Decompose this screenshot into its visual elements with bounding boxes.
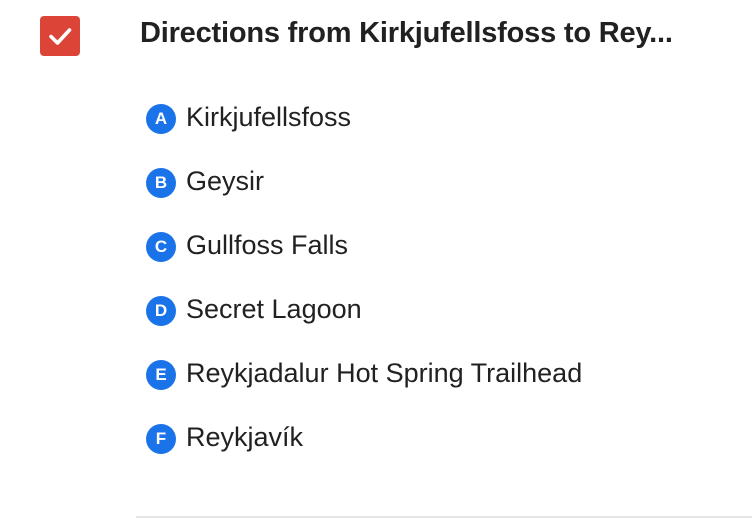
stop-label: Gullfoss Falls [186,230,349,260]
marker-letter: C [154,237,168,256]
marker-letter: A [154,109,168,128]
stop-label: Secret Lagoon [186,294,362,324]
directions-layer-header: Directions from Kirkjufellsfoss to Rey..… [0,0,752,72]
section-divider [136,516,752,518]
marker-e-icon: E [146,360,176,390]
marker-a-icon: A [146,104,176,134]
stop-item-c[interactable]: C Gullfoss Falls [0,214,752,278]
marker-d-icon: D [146,296,176,326]
marker-letter: B [154,173,168,192]
layer-title[interactable]: Directions from Kirkjufellsfoss to Rey..… [140,17,673,50]
stop-item-e[interactable]: E Reykjadalur Hot Spring Trailhead [0,342,752,406]
stop-item-b[interactable]: B Geysir [0,150,752,214]
layer-visibility-checkbox[interactable] [40,16,80,56]
marker-letter: E [155,365,167,384]
stop-item-f[interactable]: F Reykjavík [0,406,752,470]
marker-letter: D [154,301,168,320]
stop-item-a[interactable]: A Kirkjufellsfoss [0,86,752,150]
stop-label: Geysir [186,166,265,196]
directions-stop-list: A Kirkjufellsfoss B Geysir C Gullfoss Fa… [0,86,752,470]
marker-f-icon: F [146,424,176,454]
checkmark-icon [49,28,72,45]
marker-c-icon: C [146,232,176,262]
stop-item-d[interactable]: D Secret Lagoon [0,278,752,342]
stop-label: Reykjadalur Hot Spring Trailhead [186,358,583,388]
marker-letter: F [155,429,167,448]
stop-label: Reykjavík [186,422,304,452]
marker-b-icon: B [146,168,176,198]
stop-label: Kirkjufellsfoss [186,102,352,132]
